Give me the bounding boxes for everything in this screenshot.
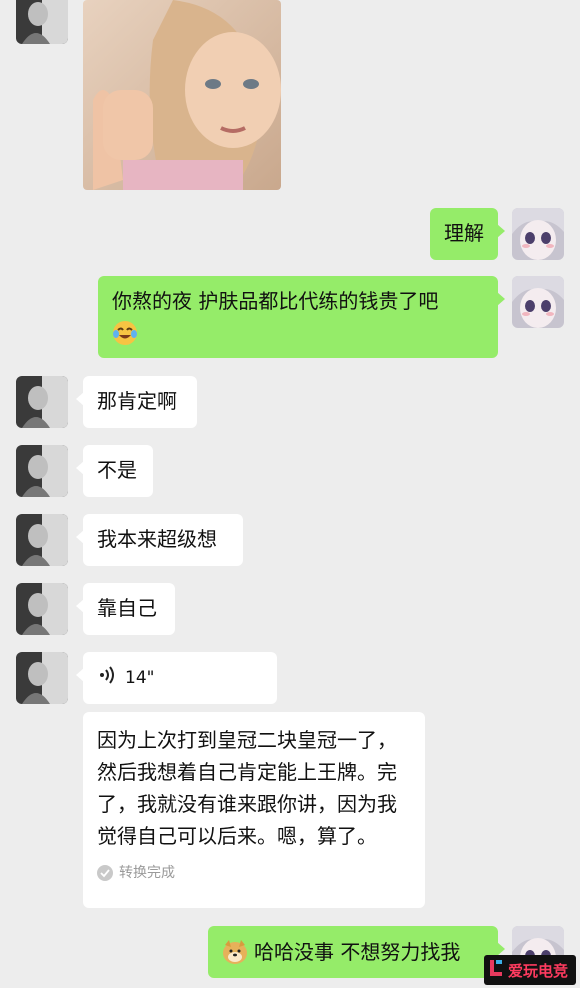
message-text: 那肯定啊: [97, 389, 177, 413]
transcript-bubble[interactable]: 因为上次打到皇冠二块皇冠一了，然后我想着自己肯定能上王牌。完了，我就没有谁来跟你…: [83, 712, 425, 908]
voice-duration: 14": [125, 668, 155, 688]
contact-avatar[interactable]: [16, 652, 68, 704]
logo-mark-icon: [488, 958, 504, 982]
message-text: 我本来超级想: [97, 527, 217, 551]
watermark-logo: 爱玩电竞: [484, 955, 576, 985]
message-bubble[interactable]: 那肯定啊: [76, 376, 197, 428]
message-text: 不是: [97, 458, 137, 482]
message-bubble[interactable]: 你熬的夜 护肤品都比代练的钱贵了吧: [98, 276, 505, 358]
voice-message-bubble[interactable]: 14": [76, 652, 277, 704]
shared-photo[interactable]: [83, 0, 281, 190]
message-bubble[interactable]: 理解: [430, 208, 505, 260]
contact-avatar[interactable]: [16, 376, 68, 428]
message-text: 靠自己: [97, 596, 157, 620]
message-bubble[interactable]: 我本来超级想: [76, 514, 243, 566]
my-avatar[interactable]: [512, 208, 564, 260]
message-bubble[interactable]: 不是: [76, 445, 153, 497]
message-bubble[interactable]: 靠自己: [76, 583, 175, 635]
contact-avatar[interactable]: [16, 514, 68, 566]
contact-avatar[interactable]: [16, 0, 68, 44]
contact-avatar[interactable]: [16, 445, 68, 497]
check-icon: [97, 865, 113, 881]
message-text: 哈哈没事 不想努力找我: [254, 940, 461, 964]
message-bubble[interactable]: 哈哈没事 不想努力找我: [208, 926, 505, 978]
voice-wave-icon: [97, 663, 117, 693]
my-avatar[interactable]: [512, 276, 564, 328]
laughing-tears-emoji-icon: [112, 320, 138, 346]
transcript-status-text: 转换完成: [119, 865, 175, 881]
doge-emoji-icon: [222, 939, 248, 965]
message-text: 理解: [444, 221, 484, 245]
watermark-label: 爱玩电竞: [508, 961, 569, 980]
transcript-status: 转换完成: [97, 858, 411, 888]
transcript-text: 因为上次打到皇冠二块皇冠一了，然后我想着自己肯定能上王牌。完了，我就没有谁来跟你…: [97, 728, 397, 848]
message-text: 你熬的夜 护肤品都比代练的钱贵了吧: [112, 289, 439, 313]
contact-avatar[interactable]: [16, 583, 68, 635]
